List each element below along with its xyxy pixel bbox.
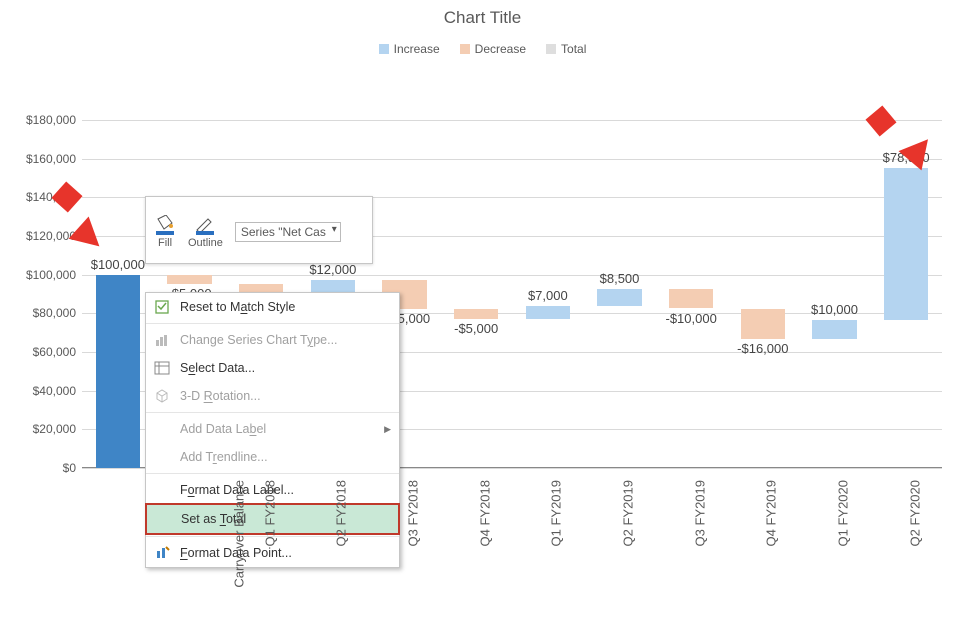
y-tick-label: $160,000 bbox=[26, 152, 82, 166]
legend-label: Total bbox=[561, 42, 586, 56]
legend: Increase Decrease Total bbox=[0, 42, 965, 56]
waterfall-bar[interactable] bbox=[96, 275, 140, 468]
x-tick-label: Q2 FY2019 bbox=[620, 480, 635, 547]
data-label: $100,000 bbox=[91, 257, 145, 272]
legend-item-total: Total bbox=[546, 42, 586, 56]
waterfall-bar[interactable] bbox=[526, 306, 570, 320]
y-tick-label: $100,000 bbox=[26, 268, 82, 282]
waterfall-bar[interactable] bbox=[741, 309, 785, 340]
waterfall-bar[interactable] bbox=[669, 289, 713, 308]
y-tick-label: $40,000 bbox=[33, 384, 82, 398]
context-menu-label: Change Series Chart Type... bbox=[180, 333, 338, 347]
data-label: $7,000 bbox=[528, 288, 568, 303]
legend-label: Decrease bbox=[475, 42, 526, 56]
data-icon bbox=[154, 360, 170, 376]
paint-bucket-icon bbox=[154, 215, 176, 235]
x-tick-label: Q4 FY2019 bbox=[764, 480, 779, 547]
outline-label: Outline bbox=[188, 237, 223, 249]
context-menu-item[interactable]: Select Data... bbox=[146, 354, 399, 382]
gridline bbox=[82, 159, 942, 160]
x-tick-label: Q1 FY2020 bbox=[835, 480, 850, 547]
context-menu-label: Reset to Match Style bbox=[180, 300, 295, 314]
waterfall-bar[interactable] bbox=[884, 168, 928, 320]
x-tick-label: Q1 FY2019 bbox=[549, 480, 564, 547]
data-label: $12,000 bbox=[309, 262, 356, 277]
legend-label: Increase bbox=[394, 42, 440, 56]
context-menu-item: Add Data Label ▶ bbox=[146, 415, 399, 443]
increase-swatch bbox=[379, 44, 389, 54]
waterfall-bar[interactable] bbox=[167, 275, 211, 285]
menu-separator bbox=[146, 412, 399, 413]
y-tick-label: $20,000 bbox=[33, 422, 82, 436]
context-menu-item: Add Trendline... bbox=[146, 443, 399, 471]
x-tick-label: Carryover Balance bbox=[231, 480, 246, 588]
blank-icon bbox=[154, 421, 170, 437]
fill-button[interactable]: Fill bbox=[154, 215, 176, 249]
series-selector[interactable]: Series "Net Cas bbox=[235, 222, 341, 242]
chart-icon bbox=[154, 332, 170, 348]
data-label: -$10,000 bbox=[665, 311, 716, 326]
fill-label: Fill bbox=[158, 237, 172, 249]
submenu-arrow-icon: ▶ bbox=[384, 424, 391, 435]
pen-icon bbox=[194, 215, 216, 235]
cube-icon bbox=[154, 388, 170, 404]
x-tick-label: Q2 FY2020 bbox=[907, 480, 922, 547]
reset-icon bbox=[154, 299, 170, 315]
data-label: $8,500 bbox=[600, 271, 640, 286]
waterfall-bar[interactable] bbox=[812, 320, 856, 339]
blank-icon bbox=[154, 449, 170, 465]
y-tick-label: $180,000 bbox=[26, 113, 82, 127]
y-tick-label: $60,000 bbox=[33, 345, 82, 359]
blank-icon bbox=[155, 511, 171, 527]
context-menu-label: 3-D Rotation... bbox=[180, 389, 261, 403]
context-menu-label: Add Data Label bbox=[180, 422, 266, 436]
total-swatch bbox=[546, 44, 556, 54]
gridline bbox=[82, 120, 942, 121]
context-menu-label: Add Trendline... bbox=[180, 450, 268, 464]
format-icon bbox=[154, 545, 170, 561]
context-menu-item: 3-D Rotation... bbox=[146, 382, 399, 410]
annotation-arrow bbox=[51, 181, 82, 212]
legend-item-decrease: Decrease bbox=[460, 42, 526, 56]
menu-separator bbox=[146, 323, 399, 324]
chart-title: Chart Title bbox=[0, 0, 965, 28]
x-tick-label: Q3 FY2019 bbox=[692, 480, 707, 547]
decrease-swatch bbox=[460, 44, 470, 54]
waterfall-bar[interactable] bbox=[454, 309, 498, 319]
x-tick-label: Q2 FY2018 bbox=[334, 480, 349, 547]
data-label: $10,000 bbox=[811, 302, 858, 317]
y-tick-label: $80,000 bbox=[33, 306, 82, 320]
menu-separator bbox=[146, 473, 399, 474]
blank-icon bbox=[154, 482, 170, 498]
waterfall-bar[interactable] bbox=[597, 289, 641, 305]
y-tick-label: $0 bbox=[63, 461, 82, 475]
mini-toolbar: Fill Outline Series "Net Cas bbox=[145, 196, 373, 264]
x-tick-label: Q3 FY2018 bbox=[405, 480, 420, 547]
legend-item-increase: Increase bbox=[379, 42, 440, 56]
context-menu-item[interactable]: Reset to Match Style bbox=[146, 293, 399, 321]
context-menu-label: Select Data... bbox=[180, 361, 255, 375]
context-menu-item: Change Series Chart Type... bbox=[146, 326, 399, 354]
x-tick-label: Q4 FY2018 bbox=[477, 480, 492, 547]
x-tick-label: Q1 FY2018 bbox=[262, 480, 277, 547]
data-label: -$5,000 bbox=[454, 321, 498, 336]
outline-button[interactable]: Outline bbox=[188, 215, 223, 249]
data-label: -$16,000 bbox=[737, 341, 788, 356]
